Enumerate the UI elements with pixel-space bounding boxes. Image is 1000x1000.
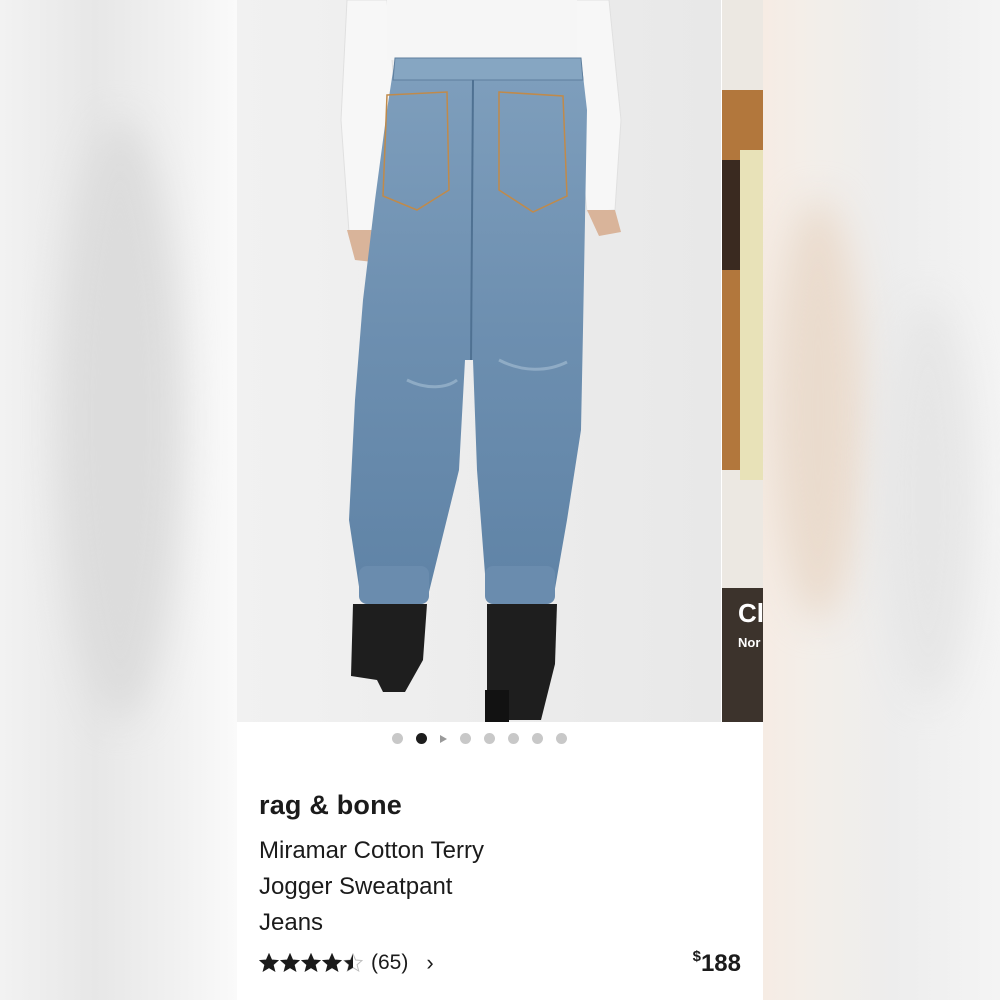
- star-icon: [301, 953, 321, 973]
- next-promo-title: Cl: [738, 598, 763, 628]
- pager-dot[interactable]: [555, 733, 567, 744]
- play-icon[interactable]: [439, 734, 447, 743]
- rating-row[interactable]: (65) ›: [259, 950, 434, 976]
- product-name-line: Miramar Cotton Terry: [259, 837, 484, 864]
- product-name-line: Jeans: [259, 909, 324, 936]
- product-info: rag & bone Miramar Cotton Terry Jogger S…: [259, 790, 743, 941]
- product-name[interactable]: Miramar Cotton Terry Jogger Sweatpant Je…: [259, 833, 539, 941]
- brand-name[interactable]: rag & bone: [259, 790, 743, 821]
- price-currency: $: [692, 948, 701, 965]
- pager-dot[interactable]: [507, 733, 519, 744]
- blurred-background-right: [763, 0, 1000, 1000]
- star-rating: [259, 953, 363, 973]
- price: $188: [692, 948, 741, 978]
- blurred-background-left: [0, 0, 237, 1000]
- product-name-line: Jogger Sweatpant: [259, 873, 453, 900]
- review-count: (65): [371, 951, 409, 974]
- product-card[interactable]: Cl Nor rag & bone Miramar Cotton Terry J…: [237, 0, 763, 1000]
- next-promo-card[interactable]: Cl Nor: [722, 0, 763, 722]
- star-icon: [343, 953, 363, 973]
- next-promo-subtitle: Nor: [738, 635, 761, 650]
- image-pager[interactable]: [237, 733, 721, 744]
- star-icon: [259, 953, 279, 973]
- pager-dot-active[interactable]: [415, 733, 427, 744]
- pager-dot[interactable]: [483, 733, 495, 744]
- pager-dot[interactable]: [531, 733, 543, 744]
- star-icon: [322, 953, 342, 973]
- next-promo-text: Cl Nor: [738, 598, 763, 650]
- pager-dot[interactable]: [459, 733, 471, 744]
- jeans-photo: [237, 0, 721, 722]
- chevron-right-icon[interactable]: ›: [426, 950, 433, 976]
- pager-dot[interactable]: [391, 733, 403, 744]
- product-image[interactable]: [237, 0, 721, 722]
- star-icon: [280, 953, 300, 973]
- price-amount: 188: [700, 950, 741, 977]
